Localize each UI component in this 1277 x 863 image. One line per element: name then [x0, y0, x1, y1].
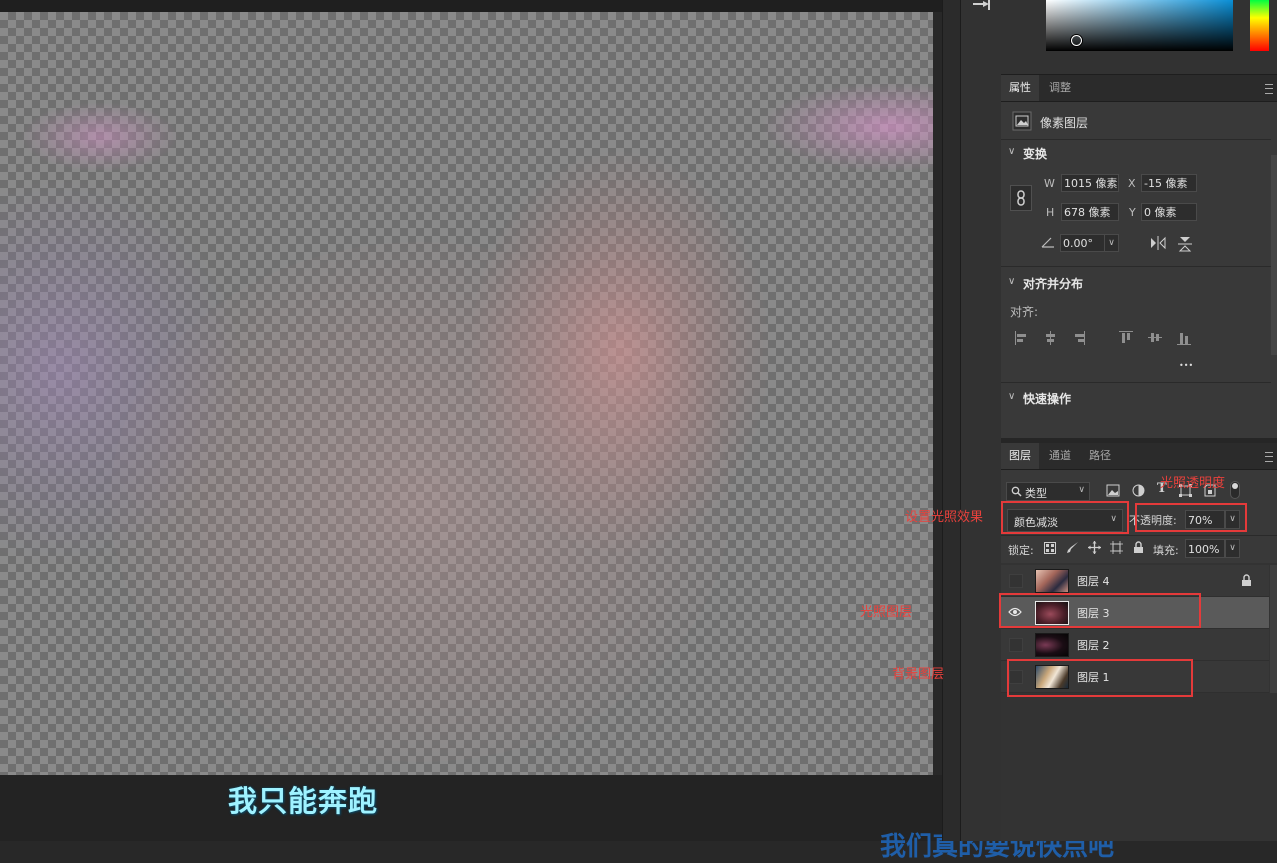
layer-row[interactable]: 图层 2	[1001, 629, 1269, 661]
hue-slider[interactable]	[1250, 0, 1269, 51]
panel-icon-strip	[960, 0, 1002, 841]
y-label: Y	[1129, 206, 1136, 219]
fill-label: 填充:	[1153, 544, 1179, 557]
annotation-blend: 设置光照效果	[905, 510, 984, 525]
annotation-background-layer: 背景图层	[892, 667, 945, 682]
width-field[interactable]: 1015 像素	[1061, 174, 1119, 192]
chevron-down-icon[interactable]: ∨	[1008, 276, 1015, 287]
align-left-icon[interactable]	[1015, 331, 1029, 345]
divider	[1001, 266, 1271, 267]
align-label: 对齐:	[1010, 305, 1039, 319]
lock-position-icon[interactable]	[1088, 541, 1101, 554]
tab-properties[interactable]: 属性	[1001, 75, 1039, 101]
align-bottom-icon[interactable]	[1177, 331, 1191, 345]
lock-label: 锁定:	[1008, 544, 1034, 557]
annotation-box-opacity	[1135, 503, 1247, 532]
divider	[1001, 139, 1271, 140]
annotation-box-light-layer	[999, 593, 1201, 628]
tab-paths[interactable]: 路径	[1081, 443, 1119, 469]
align-section-title: 对齐并分布	[1023, 277, 1084, 291]
more-options-button[interactable]: •••	[1179, 361, 1193, 370]
document-canvas[interactable]	[0, 12, 933, 775]
layer-thumbnail	[1035, 633, 1069, 657]
layer-kind-label: 像素图层	[1040, 116, 1089, 130]
pixel-layer-icon	[1012, 111, 1032, 131]
layer-filter-label: 类型	[1025, 487, 1047, 500]
layers-tabbar: 图层 通道 路径	[1001, 443, 1277, 470]
transform-section-title: 变换	[1023, 147, 1048, 161]
canvas-glow-top-right	[760, 82, 933, 172]
width-label: W	[1044, 177, 1055, 190]
x-label: X	[1128, 177, 1136, 190]
lock-icon	[1242, 574, 1251, 586]
annotation-light-layer: 光照图层	[860, 605, 913, 620]
layer-name[interactable]: 图层 4	[1077, 573, 1110, 589]
properties-scrollbar[interactable]	[1271, 155, 1277, 355]
align-hcenter-icon[interactable]	[1044, 331, 1058, 345]
canvas-glow-top-left	[20, 102, 180, 172]
visibility-toggle[interactable]	[1009, 574, 1023, 588]
search-icon	[1011, 486, 1022, 497]
align-vcenter-icon[interactable]	[1148, 331, 1162, 345]
angle-icon	[1041, 237, 1054, 248]
properties-tabbar: 属性 调整	[1001, 75, 1277, 102]
filter-toggle-knob	[1232, 483, 1238, 489]
fill-field[interactable]: 100%	[1185, 539, 1225, 558]
properties-menu-icon[interactable]	[1265, 84, 1273, 94]
layers-scrollbar[interactable]	[1270, 565, 1277, 693]
color-picker-cursor[interactable]	[1071, 35, 1082, 46]
chevron-down-icon: ∨	[1078, 485, 1085, 495]
annotation-opacity: 光照透明度	[1160, 476, 1226, 491]
chain-link-icon	[1017, 190, 1025, 206]
tab-layers[interactable]: 图层	[1001, 443, 1039, 469]
height-field[interactable]: 678 像素	[1061, 203, 1119, 221]
x-field[interactable]: -15 像素	[1141, 174, 1197, 192]
panel-collapse-strip	[942, 0, 961, 841]
divider	[1001, 535, 1277, 536]
annotation-box-blend-mode	[1001, 501, 1129, 534]
link-dimensions-button[interactable]	[1010, 185, 1032, 211]
layer-filter-select[interactable]: 类型 ∨	[1006, 482, 1090, 501]
layer-thumbnail	[1035, 569, 1069, 593]
lock-all-icon[interactable]	[1133, 541, 1144, 554]
panel-toggle-icon[interactable]	[970, 0, 992, 12]
canvas-bottom-area	[0, 775, 942, 841]
flip-horizontal-icon[interactable]	[1150, 236, 1166, 250]
filter-pixel-icon[interactable]	[1106, 484, 1120, 497]
filter-adjustment-icon[interactable]	[1132, 484, 1145, 497]
fill-dropdown-button[interactable]: ∨	[1225, 539, 1240, 558]
lock-artboard-icon[interactable]	[1110, 541, 1123, 554]
angle-field[interactable]: 0.00°	[1060, 234, 1105, 252]
annotation-box-background-layer	[1007, 659, 1193, 697]
tab-channels[interactable]: 通道	[1041, 443, 1079, 469]
lock-image-pixels-icon[interactable]	[1066, 541, 1079, 554]
divider	[1001, 382, 1271, 383]
angle-dropdown-button[interactable]: ∨	[1104, 234, 1119, 252]
tab-adjustments[interactable]: 调整	[1041, 75, 1079, 101]
layers-menu-icon[interactable]	[1265, 452, 1273, 462]
lock-transparent-pixels-icon[interactable]	[1044, 542, 1056, 554]
video-subtitle: 我只能奔跑	[228, 784, 379, 818]
layer-name[interactable]: 图层 2	[1077, 637, 1110, 653]
y-field[interactable]: 0 像素	[1141, 203, 1197, 221]
chevron-down-icon[interactable]: ∨	[1008, 391, 1015, 402]
align-right-icon[interactable]	[1072, 331, 1086, 345]
align-top-icon[interactable]	[1119, 331, 1133, 345]
flip-vertical-icon[interactable]	[1178, 236, 1192, 252]
quick-actions-title: 快速操作	[1023, 392, 1072, 406]
filter-toggle-switch[interactable]	[1230, 481, 1240, 499]
visibility-toggle[interactable]	[1009, 638, 1023, 652]
chevron-down-icon[interactable]: ∨	[1008, 146, 1015, 157]
height-label: H	[1046, 206, 1055, 219]
canvas-top-bar	[0, 0, 942, 12]
canvas-glow-center	[110, 242, 730, 762]
